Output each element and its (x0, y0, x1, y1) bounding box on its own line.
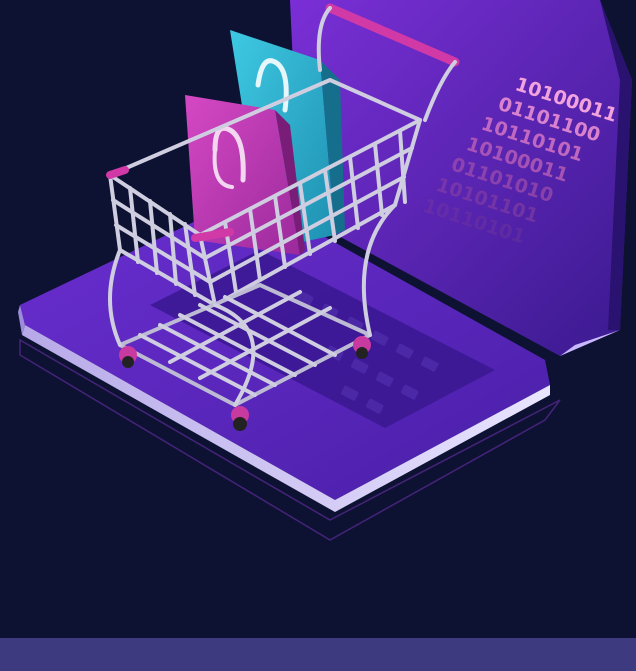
shopping-illustration: 10100011 01101100 10110101 10100011 0110… (18, 0, 632, 541)
footer-band (0, 638, 636, 671)
